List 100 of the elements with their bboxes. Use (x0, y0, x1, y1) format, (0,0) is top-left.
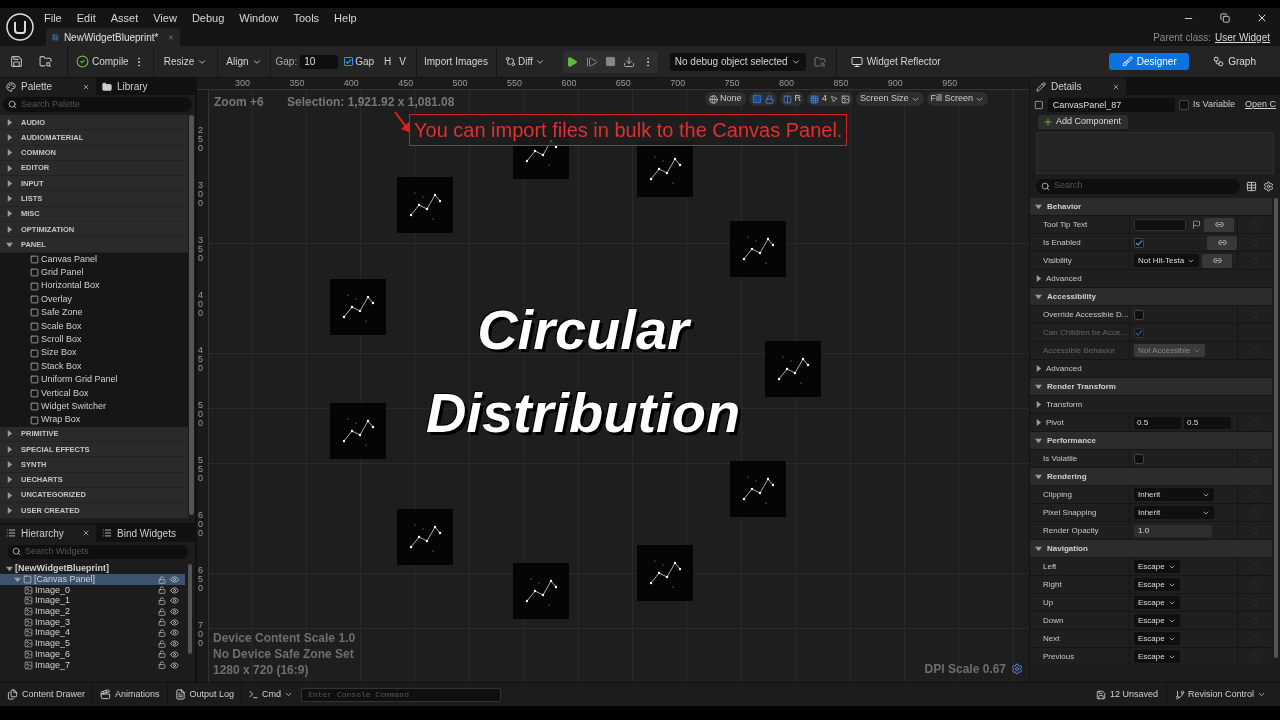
none-toggle[interactable]: None (705, 92, 746, 106)
dropdown[interactable]: Inherit (1134, 488, 1214, 501)
horizontal-toggle[interactable]: H (384, 54, 392, 69)
restore-icon[interactable] (1220, 13, 1230, 23)
table-view-icon[interactable] (1246, 180, 1257, 192)
collapsed-arrow-icon[interactable] (1035, 419, 1042, 426)
collapsed-arrow-icon[interactable] (1035, 401, 1042, 408)
align-dropdown[interactable]: Align (226, 54, 262, 69)
unlock-icon[interactable] (158, 618, 166, 627)
widget-name-field[interactable]: CanvasPanel_87 (1047, 98, 1176, 112)
section-header[interactable]: Behavior (1030, 198, 1272, 216)
close-icon[interactable] (1112, 82, 1120, 91)
bottom-tab[interactable]: Animations (93, 687, 167, 702)
checkbox[interactable] (1179, 100, 1190, 110)
palette-item[interactable]: Horizontal Box (0, 279, 188, 293)
visibility-eye-icon[interactable] (170, 628, 179, 638)
step-icon[interactable] (585, 55, 598, 68)
checkbox[interactable] (1134, 453, 1144, 464)
hierarchy-item[interactable]: Image_3 (0, 616, 185, 628)
dock-tab[interactable]: Details (1030, 78, 1126, 95)
outline-icon[interactable] (751, 94, 762, 104)
tooltip-text-field[interactable] (1134, 218, 1186, 231)
eject-icon[interactable] (622, 55, 635, 68)
palette-item[interactable]: Uniform Grid Panel (0, 373, 188, 387)
settings-icon[interactable] (1011, 663, 1023, 675)
debug-browse-icon[interactable] (813, 55, 826, 68)
respect-locks-toggle[interactable]: R (779, 92, 804, 106)
expanded-arrow-icon[interactable] (1035, 383, 1042, 390)
dropdown[interactable]: Escape (1134, 596, 1180, 609)
expanded-arrow-icon[interactable] (1035, 437, 1042, 444)
scrollbar[interactable] (189, 115, 194, 515)
section-header[interactable]: Accessibility (1030, 288, 1272, 306)
unlock-icon[interactable] (158, 575, 166, 584)
play-icon[interactable] (566, 55, 579, 68)
section-header[interactable]: Render Transform (1030, 378, 1272, 396)
menu-item[interactable]: File (44, 9, 62, 27)
dropdown[interactable]: Inherit (1134, 506, 1214, 519)
hierarchy-item[interactable]: [NewWidgetBlueprint] (0, 563, 185, 575)
dropdown[interactable]: Escape (1134, 578, 1180, 591)
dock-tab[interactable]: Palette (0, 78, 96, 95)
hierarchy-item[interactable]: Image_1 (0, 595, 185, 607)
expanded-arrow-icon[interactable] (1035, 473, 1042, 480)
visibility-eye-icon[interactable] (170, 575, 179, 585)
palette-item[interactable]: Grid Panel (0, 266, 188, 280)
hierarchy-item[interactable]: Image_0 (0, 584, 185, 596)
close-icon[interactable] (82, 82, 90, 91)
menu-item[interactable]: Edit (76, 9, 96, 27)
bind-button[interactable] (1204, 217, 1234, 232)
diff-button[interactable]: Diff (504, 54, 545, 69)
hierarchy-item[interactable]: Image_7 (0, 659, 185, 671)
unlock-icon[interactable] (158, 639, 166, 648)
expanded-arrow-icon[interactable] (1035, 293, 1042, 300)
menu-item[interactable]: Tools (293, 9, 320, 27)
document-tab[interactable]: NewWidgetBlueprint* (46, 28, 180, 46)
fill-screen-dropdown[interactable]: Fill Screen (926, 92, 989, 106)
flag-icon[interactable] (1192, 220, 1201, 229)
dropdown[interactable]: Escape (1134, 632, 1180, 645)
checkbox[interactable] (1134, 309, 1144, 320)
visibility-eye-icon[interactable] (170, 596, 179, 606)
cmd-dropdown[interactable]: Cmd (248, 687, 294, 702)
add-component-button[interactable]: Add Component (1038, 115, 1128, 129)
stop-icon[interactable] (604, 56, 616, 67)
bottom-tab[interactable]: Output Log (167, 687, 242, 702)
mode-tab[interactable]: Designer (1109, 53, 1190, 70)
palette-item[interactable]: Size Box (0, 346, 188, 360)
hierarchy-item[interactable]: Image_4 (0, 627, 185, 639)
close-icon[interactable] (1256, 12, 1268, 24)
section-header[interactable]: Rendering (1030, 468, 1272, 486)
hierarchy-item[interactable]: [Canvas Panel] (0, 574, 185, 585)
unlock-icon[interactable] (158, 607, 166, 616)
browse-icon[interactable] (39, 55, 52, 68)
unlock-icon[interactable] (158, 650, 166, 659)
number-field[interactable]: 0.5 (1134, 416, 1181, 429)
logo-icon[interactable] (6, 13, 34, 41)
grid-snap-toggle[interactable]: 4 (807, 92, 854, 106)
bind-button[interactable] (1207, 235, 1237, 250)
visibility-eye-icon[interactable] (170, 649, 179, 659)
debug-object-dropdown[interactable]: No debug object selected (669, 52, 806, 71)
dropdown[interactable]: Escape (1134, 650, 1180, 663)
visibility-eye-icon[interactable] (170, 617, 179, 627)
gap-input-field[interactable]: 10 (300, 54, 339, 69)
expanded-arrow-icon[interactable] (1035, 545, 1042, 552)
dock-tab[interactable]: Hierarchy (0, 524, 96, 542)
save-icon[interactable] (10, 55, 23, 68)
menu-item[interactable]: Asset (110, 9, 139, 27)
visibility-eye-icon[interactable] (170, 639, 179, 649)
close-icon[interactable] (82, 529, 90, 537)
import-images-button[interactable]: Import Images (424, 54, 488, 69)
unlock-icon[interactable] (158, 586, 166, 595)
dropdown[interactable]: Escape (1134, 560, 1180, 573)
compile-button[interactable]: Compile (76, 54, 129, 69)
menu-item[interactable]: Debug (191, 9, 225, 27)
settings-icon[interactable] (1263, 180, 1274, 192)
checkbox[interactable] (344, 57, 354, 66)
revision-control-button[interactable]: Revision Control (1166, 687, 1274, 702)
dropdown[interactable]: Escape (1134, 614, 1180, 627)
unlock-icon[interactable] (158, 661, 166, 670)
expanded-arrow-icon[interactable] (1035, 203, 1042, 210)
widget-reflector-button[interactable]: Widget Reflector (850, 54, 941, 69)
visibility-eye-icon[interactable] (170, 660, 179, 670)
